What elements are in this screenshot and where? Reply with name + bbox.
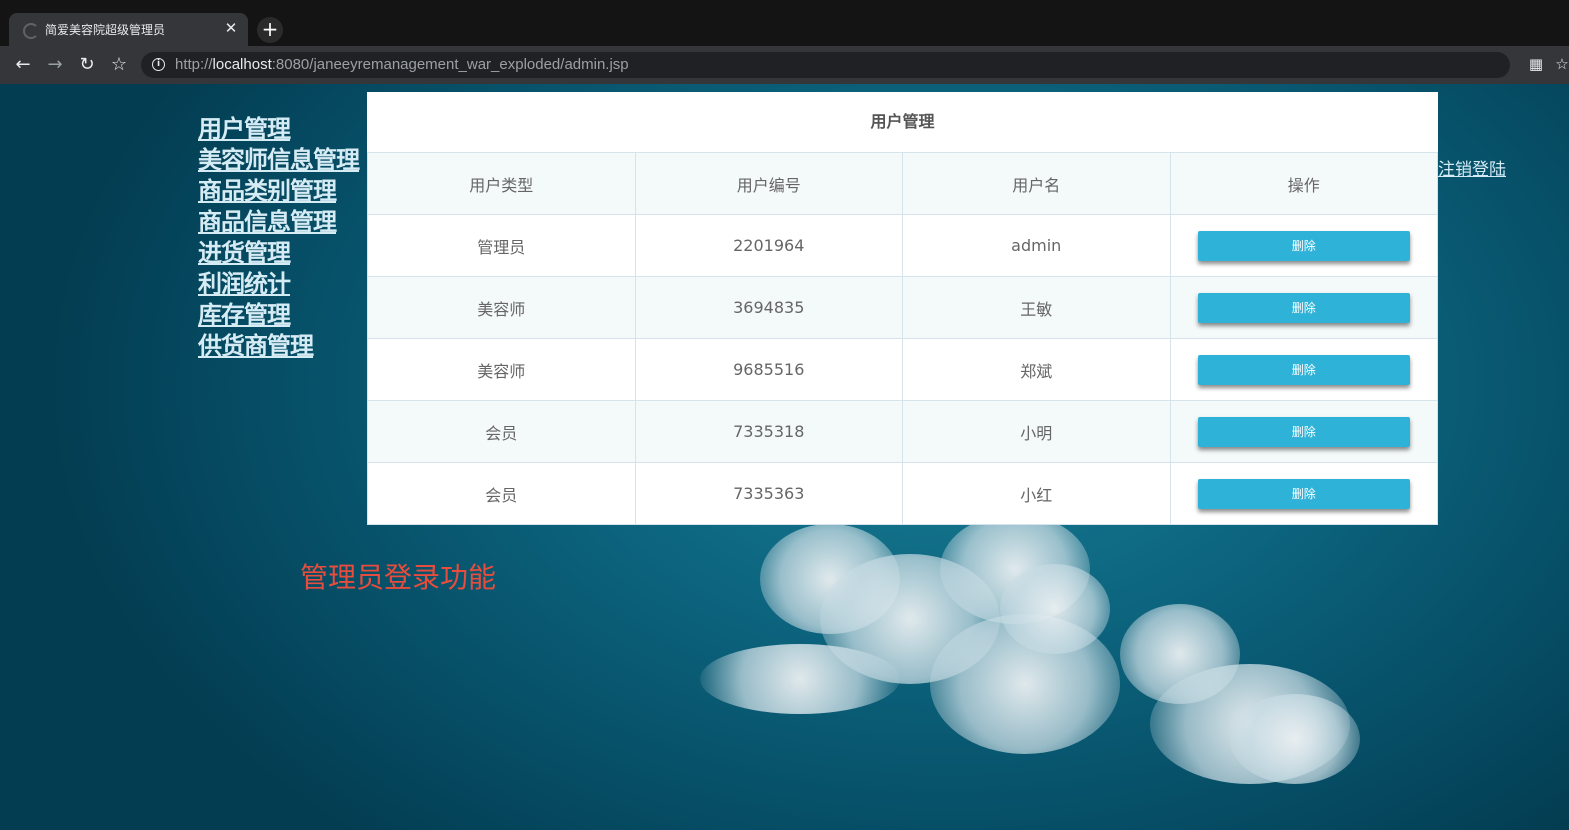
action-cell: 删除 [1169,338,1438,401]
feature-label: 管理员登录功能 [300,561,497,594]
user-name-cell: 小红 [902,462,1171,525]
nav-link-profit-statistics[interactable]: 利润统计 [198,269,359,300]
user-type-cell: 管理员 [367,214,636,277]
column-header: 用户类型 [367,152,636,215]
admin-nav-menu: 用户管理 美容师信息管理 商品类别管理 商品信息管理 进货管理 利润统计 库存管… [198,114,360,362]
user-name-cell: admin [902,214,1171,277]
delete-button[interactable]: 删除 [1197,354,1410,385]
tab-strip: 简爱美容院超级管理员 ✕ + [0,0,1569,46]
table-title: 用户管理 [870,112,935,131]
user-type-cell: 美容师 [367,276,636,339]
user-id-cell: 7335318 [634,400,903,463]
user-id-cell: 7335363 [634,462,903,525]
new-tab-button[interactable]: + [257,17,283,43]
bookmark-star-icon[interactable]: ☆ [1553,55,1569,73]
close-icon[interactable]: ✕ [222,19,240,37]
nav-link-product-info-management[interactable]: 商品信息管理 [198,207,359,238]
delete-button[interactable]: 删除 [1197,230,1410,261]
user-type-cell: 美容师 [367,338,636,401]
column-header: 操作 [1169,152,1438,215]
url-path: :8080/janeeyremanagement_war_exploded/ad… [271,56,629,73]
column-header: 用户名 [902,152,1171,215]
action-cell: 删除 [1169,214,1438,277]
user-id-cell: 9685516 [634,338,903,401]
user-id-cell: 2201964 [634,214,903,277]
user-type-cell: 会员 [367,400,636,463]
logout-link[interactable]: 注销登陆 [1438,155,1506,180]
tab-title: 简爱美容院超级管理员 [45,23,166,37]
user-id-cell: 3694835 [634,276,903,339]
user-table: 用户类型 用户编号 用户名 操作 管理员 2201964 admin 删除 美容… [367,152,1438,525]
back-icon[interactable]: ← [12,54,34,76]
action-cell: 删除 [1169,276,1438,339]
nav-link-purchase-management[interactable]: 进货管理 [198,238,359,269]
nav-link-product-category-management[interactable]: 商品类别管理 [198,176,359,207]
user-table-panel: 用户管理 用户类型 用户编号 用户名 操作 管理员 2201964 admin … [367,92,1438,525]
action-cell: 删除 [1169,462,1438,525]
url-scheme: http:// [175,56,213,73]
forward-icon[interactable]: → [44,54,66,76]
address-bar[interactable]: i http://localhost:8080/janeeyremanageme… [141,52,1510,78]
table-row: 管理员 2201964 admin 删除 [367,214,1438,277]
table-row: 会员 7335363 小红 删除 [367,462,1438,525]
column-header: 用户编号 [634,152,903,215]
nav-link-inventory-management[interactable]: 库存管理 [198,300,359,331]
table-row: 会员 7335318 小明 删除 [367,400,1438,463]
nav-link-beautician-management[interactable]: 美容师信息管理 [198,145,360,176]
user-name-cell: 郑斌 [902,338,1171,401]
action-cell: 删除 [1169,400,1438,463]
user-type-cell: 会员 [367,462,636,525]
nav-link-user-management[interactable]: 用户管理 [198,114,359,145]
browser-toolbar: ← → ↻ ☆ i http://localhost:8080/janeeyre… [0,46,1569,84]
url-host: localhost [212,56,272,73]
qr-code-icon[interactable]: ▦ [1527,55,1545,73]
bookmark-star-icon[interactable]: ☆ [108,54,130,76]
user-name-cell: 王敏 [902,276,1171,339]
table-row: 美容师 9685516 郑斌 删除 [367,338,1438,401]
url-text[interactable]: http://localhost:8080/janeeyremanagement… [175,56,629,73]
table-row: 美容师 3694835 王敏 删除 [367,276,1438,339]
delete-button[interactable]: 删除 [1197,292,1410,323]
browser-tab[interactable]: 简爱美容院超级管理员 ✕ [9,13,248,46]
user-name-cell: 小明 [902,400,1171,463]
delete-button[interactable]: 删除 [1197,478,1410,509]
page-background: 用户管理 美容师信息管理 商品类别管理 商品信息管理 进货管理 利润统计 库存管… [0,84,1569,830]
delete-button[interactable]: 删除 [1197,416,1410,447]
nav-link-supplier-management[interactable]: 供货商管理 [198,331,359,362]
table-header-row: 用户类型 用户编号 用户名 操作 [367,152,1438,215]
loading-icon [23,23,39,39]
reload-icon[interactable]: ↻ [76,54,98,76]
info-icon[interactable]: i [152,58,165,71]
